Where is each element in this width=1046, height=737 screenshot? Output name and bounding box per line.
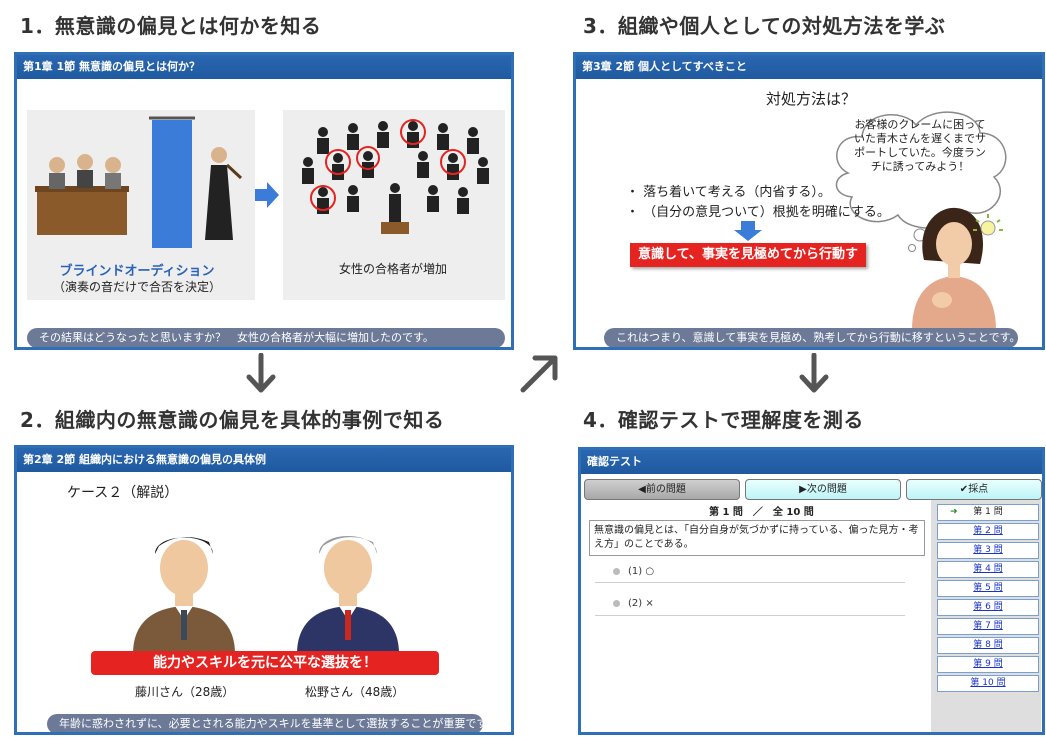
key-message-banner: 能力やスキルを元に公平な選抜を！ (91, 651, 439, 675)
grade-button[interactable]: ✔採点 (906, 479, 1042, 500)
check-icon: ✔ (959, 484, 969, 495)
case-label: ケース２（解説） (67, 485, 179, 501)
question-link-10[interactable]: 第 10 問 (937, 675, 1039, 692)
arrow-up-right-icon (520, 355, 558, 393)
question-text: 無意識の偏見とは、「自分自身が気づかずに持っている、偏った見方・考え方」のことで… (589, 520, 925, 556)
blind-audition-subtitle: （演奏の音だけで合否を決定） (52, 280, 221, 294)
bullet-item: ・ 落ち着いて考える（内省する）。 (626, 185, 831, 200)
caption-bar: 年齢に惑わされずに、必要とされる能力やスキルを基準として選抜することが重要です。 (47, 714, 497, 732)
divider (595, 582, 905, 583)
blind-audition-title: ブラインドオーディション (59, 264, 215, 279)
panel-confirmation-test: 確認テスト ◀前の問題 ▶次の問題 ✔採点 第 1 問 ／ 全 10 問 無意識… (578, 447, 1045, 735)
next-icon: ▶ (799, 484, 807, 495)
panel-title: 第2章 2節 組織内における無意識の偏見の具体例 (17, 448, 511, 472)
answer-option-1[interactable]: (1) ○ (613, 566, 654, 577)
divider (595, 615, 905, 616)
step-4-heading: 4．確認テストで理解度を測る (583, 408, 864, 432)
panel-title: 確認テスト (581, 450, 1042, 474)
panel-title: 第3章 2節 個人としてすべきこと (576, 55, 1042, 79)
lightbulb-icon (973, 214, 1003, 236)
question-link-3[interactable]: 第 3 問 (937, 542, 1039, 559)
arrow-right-icon (255, 182, 279, 208)
radio-icon (613, 599, 620, 607)
person-label-left: 藤川さん（28歳） (135, 685, 235, 699)
radio-icon (613, 567, 620, 575)
next-question-button[interactable]: ▶次の問題 (745, 479, 901, 500)
question-link-4[interactable]: 第 4 問 (937, 561, 1039, 578)
orchestra-illustration (302, 119, 489, 234)
panel-title: 第1章 1節 無意識の偏見とは何か？ (17, 55, 511, 79)
arrow-down-icon (799, 353, 829, 393)
caption-bar: その結果はどうなったと思いますか？ 女性の合格者が大幅に増加したのです。 (27, 328, 505, 347)
question-link-2[interactable]: 第 2 問 (937, 523, 1039, 540)
orchestra-scene: 女性の合格者が増加 (283, 110, 505, 300)
orchestra-caption: 女性の合格者が増加 (338, 262, 447, 276)
panel-chapter-1: 第1章 1節 無意識の偏見とは何か？ ブラインドオーディション （演奏の音だけで… (14, 52, 514, 350)
question-list: ➜ 第 1 問 第 2 問 第 3 問 第 4 問 第 5 問 第 6 問 第 7… (931, 500, 1041, 732)
question-link-8[interactable]: 第 8 問 (937, 637, 1039, 654)
arrow-down-icon (246, 353, 276, 393)
prev-question-button[interactable]: ◀前の問題 (584, 479, 740, 500)
thought-bubble-text: お客様のクレームに困っていた青木さんを遅くまでサポートしていた。今度ランチに誘っ… (854, 118, 986, 173)
step-3-heading: 3．組織や個人としての対処方法を学ぶ (583, 14, 946, 38)
blind-audition-scene: ブラインドオーディション （演奏の音だけで合否を決定） (27, 110, 279, 300)
young-man-illustration (133, 537, 235, 654)
question-link-1[interactable]: ➜ 第 1 問 (937, 504, 1039, 521)
step-1-heading: 1．無意識の偏見とは何かを知る (20, 14, 322, 38)
audition-illustration (35, 116, 243, 248)
step-2-heading: 2．組織内の無意識の偏見を具体的事例で知る (20, 408, 445, 432)
answer-option-2[interactable]: (2) × (613, 598, 654, 609)
current-arrow-icon: ➜ (950, 507, 958, 517)
panel-chapter-2: 第2章 2節 組織内における無意識の偏見の具体例 ケース２（解説） 能力やスキル… (14, 445, 514, 735)
arrow-down-icon (734, 221, 762, 241)
caption-bar: これはつまり、意識して事実を見極め、熟考してから行動に移すということです。 (604, 328, 1020, 347)
question-link-6[interactable]: 第 6 問 (937, 599, 1039, 616)
question-link-7[interactable]: 第 7 問 (937, 618, 1039, 635)
question-link-9[interactable]: 第 9 問 (937, 656, 1039, 673)
question-link-5[interactable]: 第 5 問 (937, 580, 1039, 597)
prev-icon: ◀ (638, 484, 646, 495)
bullet-item: ・ （自分の意見ついて）根拠を明確にする。 (626, 205, 890, 220)
person-label-right: 松野さん（48歳） (305, 685, 405, 699)
key-message-box: 意識して、事実を見極めてから行動する。 (630, 243, 866, 286)
question-index: 第 1 問 ／ 全 10 問 (709, 507, 814, 518)
panel-chapter-3: 第3章 2節 個人としてすべきこと 対処方法は？ お客様のクレームに困っていた青… (573, 52, 1045, 350)
older-man-illustration (297, 536, 399, 654)
